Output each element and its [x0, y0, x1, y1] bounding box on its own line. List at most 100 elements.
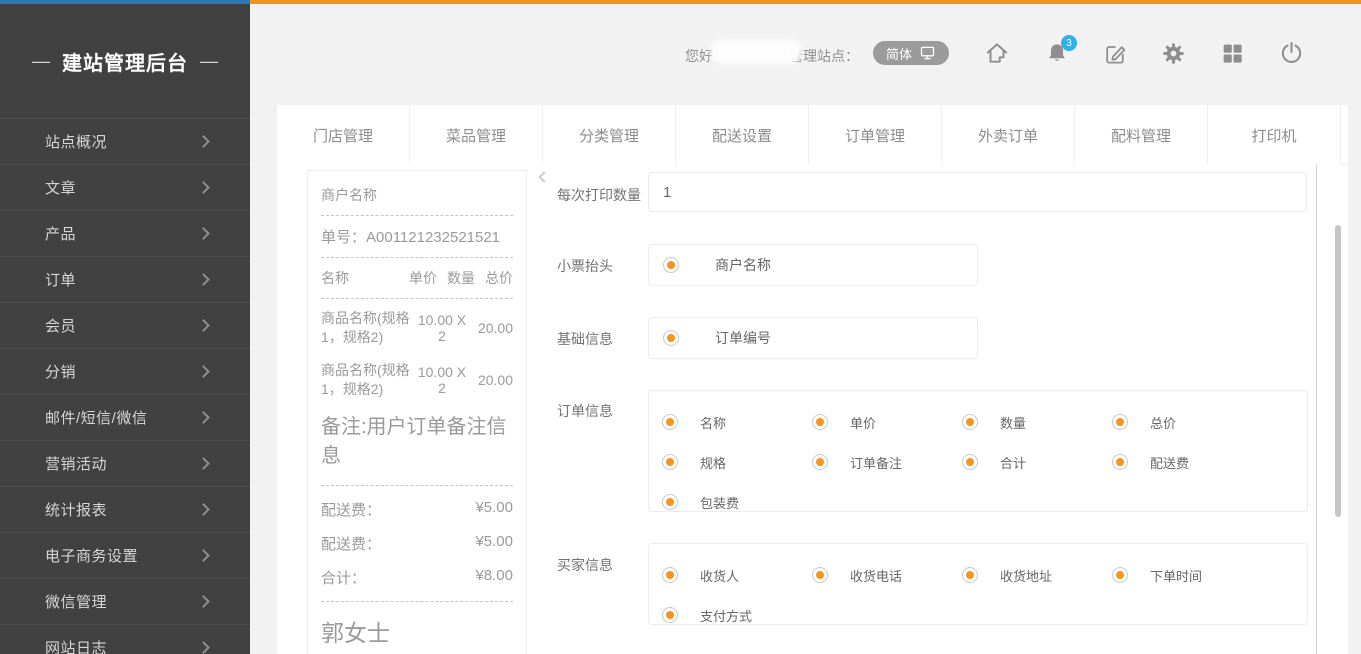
basic-info-label: 基础信息 — [557, 329, 613, 349]
accent-bar-orange — [250, 0, 1361, 4]
redacted-username — [710, 39, 802, 64]
radio-button[interactable] — [662, 567, 678, 583]
chevron-right-icon — [197, 135, 210, 148]
option-order-time: 下单时间 — [1112, 566, 1262, 585]
option-order-number: 订单编号 — [663, 328, 813, 348]
option-row: 支付方式 — [662, 595, 1307, 635]
sidebar-item-marketing[interactable]: 营销活动 — [0, 440, 250, 486]
radio-button[interactable] — [663, 330, 679, 346]
chevron-right-icon — [197, 181, 210, 194]
receipt-line-item: 商品名称(规格1，规格2) 10.00 X 2 20.00 — [321, 309, 513, 347]
radio-button[interactable] — [962, 454, 978, 470]
language-label: 简体 — [886, 44, 912, 63]
tab-bar: 门店管理 菜品管理 分类管理 配送设置 订单管理 外卖订单 配料管理 打印机 — [277, 105, 1348, 165]
tab-order-management[interactable]: 订单管理 — [809, 105, 942, 165]
sidebar-item-wechat-management[interactable]: 微信管理 — [0, 578, 250, 624]
sidebar-item-articles[interactable]: 文章 — [0, 164, 250, 210]
tab-dish-management[interactable]: 菜品管理 — [410, 105, 543, 165]
sidebar-item-mail-sms-wechat[interactable]: 邮件/短信/微信 — [0, 394, 250, 440]
tab-printer[interactable]: 打印机 — [1208, 105, 1341, 165]
sidebar-item-site-overview[interactable]: 站点概况 — [0, 118, 250, 164]
order-info-options: 名称 单价 数量 总价 规格 订单备注 合计 配送费 包装费 — [648, 390, 1308, 512]
radio-button[interactable] — [812, 567, 828, 583]
chevron-right-icon — [197, 549, 210, 562]
option-merchant-name: 商户名称 — [663, 255, 813, 275]
receipt-fee-row: 配送费： ¥5.00 — [321, 499, 513, 520]
greeting-text: 您好 — [685, 46, 713, 66]
radio-button[interactable] — [662, 454, 678, 470]
receipt-order-number: 单号：A001121232521521 — [321, 226, 513, 247]
sidebar-item-distribution[interactable]: 分销 — [0, 348, 250, 394]
chevron-right-icon — [197, 365, 210, 378]
collapse-panel-chevron-icon[interactable] — [538, 171, 549, 182]
sidebar-item-site-logs[interactable]: 网站日志 — [0, 624, 250, 654]
chevron-right-icon — [197, 503, 210, 516]
receipt-preview: 商户名称 单号：A001121232521521 名称 单价 数量 总价 商品名… — [307, 170, 527, 654]
radio-button[interactable] — [962, 567, 978, 583]
apps-grid-icon[interactable] — [1220, 41, 1246, 67]
sidebar-item-statistics[interactable]: 统计报表 — [0, 486, 250, 532]
logout-power-icon[interactable] — [1279, 41, 1305, 67]
notification-count-badge: 3 — [1061, 35, 1077, 51]
edit-icon[interactable] — [1103, 41, 1129, 67]
radio-button[interactable] — [662, 607, 678, 623]
tab-takeout-orders[interactable]: 外卖订单 — [942, 105, 1075, 165]
radio-button[interactable] — [663, 257, 679, 273]
main-panel: 门店管理 菜品管理 分类管理 配送设置 订单管理 外卖订单 配料管理 打印机 商… — [277, 105, 1348, 654]
chevron-right-icon — [197, 227, 210, 240]
receipt-fee-row: 配送费： ¥5.00 — [321, 533, 513, 554]
option-name: 名称 — [662, 413, 812, 432]
brand-dash-left: — — [32, 51, 50, 72]
sidebar-item-members[interactable]: 会员 — [0, 302, 250, 348]
option-unit-price: 单价 — [812, 413, 962, 432]
option-row: 规格 订单备注 合计 配送费 — [662, 442, 1307, 482]
option-quantity: 数量 — [962, 413, 1112, 432]
radio-button[interactable] — [662, 414, 678, 430]
tab-delivery-settings[interactable]: 配送设置 — [676, 105, 809, 165]
chevron-right-icon — [197, 411, 210, 424]
tab-category-management[interactable]: 分类管理 — [543, 105, 676, 165]
home-icon[interactable] — [984, 40, 1010, 66]
option-delivery-address: 收货地址 — [962, 566, 1112, 585]
receipt-header-options: 商户名称 — [648, 244, 978, 286]
radio-button[interactable] — [812, 414, 828, 430]
radio-button[interactable] — [662, 494, 678, 510]
order-info-label: 订单信息 — [557, 401, 613, 421]
receipt-note: 备注:用户订单备注信息 — [321, 413, 513, 471]
option-row: 名称 单价 数量 总价 — [662, 402, 1307, 442]
tab-ingredient-management[interactable]: 配料管理 — [1075, 105, 1208, 165]
receipt-column-headers: 名称 单价 数量 总价 — [321, 268, 513, 288]
language-switch-button[interactable]: 简体 — [873, 41, 949, 65]
option-order-note: 订单备注 — [812, 453, 962, 472]
print-count-label: 每次打印数量 — [557, 185, 641, 205]
option-total-price: 总价 — [1112, 413, 1262, 432]
option-consignee-phone: 收货电话 — [812, 566, 962, 585]
option-spec: 规格 — [662, 453, 812, 472]
sidebar-item-orders[interactable]: 订单 — [0, 256, 250, 302]
chevron-right-icon — [197, 273, 210, 286]
brand-dash-right: — — [200, 51, 218, 72]
sidebar-item-products[interactable]: 产品 — [0, 210, 250, 256]
option-row: 收货人 收货电话 收货地址 下单时间 — [662, 555, 1307, 595]
receipt-merchant-name: 商户名称 — [321, 185, 513, 205]
receipt-divider — [321, 485, 513, 486]
app-title: — 建站管理后台 — — [0, 4, 250, 118]
radio-button[interactable] — [812, 454, 828, 470]
sidebar-item-ecommerce-settings[interactable]: 电子商务设置 — [0, 532, 250, 578]
chevron-right-icon — [197, 457, 210, 470]
tab-store-management[interactable]: 门店管理 — [277, 105, 410, 165]
notifications-bell-icon[interactable]: 3 — [1044, 40, 1070, 66]
app-title-text: 建站管理后台 — [62, 47, 188, 76]
chevron-right-icon — [197, 319, 210, 332]
chevron-right-icon — [197, 641, 210, 654]
receipt-customer-name: 郭女士 — [321, 614, 513, 648]
settings-gear-icon[interactable] — [1161, 41, 1187, 67]
panel-right-divider — [1316, 165, 1317, 654]
radio-button[interactable] — [1112, 567, 1128, 583]
vertical-scrollbar-thumb[interactable] — [1335, 225, 1341, 517]
radio-button[interactable] — [962, 414, 978, 430]
radio-button[interactable] — [1112, 414, 1128, 430]
receipt-total-row: 合计： ¥8.00 — [321, 567, 513, 588]
print-count-input[interactable] — [648, 172, 1307, 212]
radio-button[interactable] — [1112, 454, 1128, 470]
